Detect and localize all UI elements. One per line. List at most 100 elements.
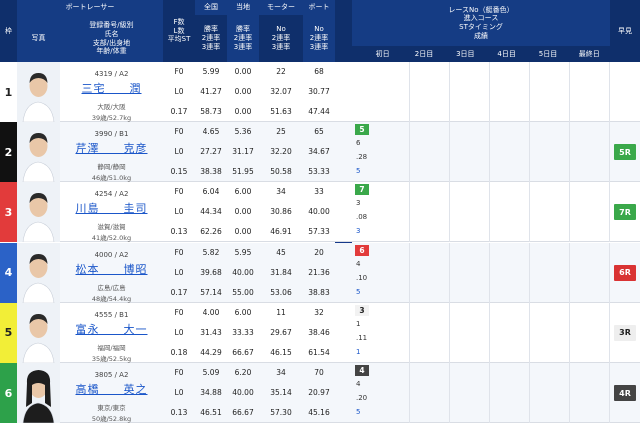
day-tab[interactable]: 4日目 (485, 46, 528, 62)
touchi-cell: 5.95 40.00 55.00 (227, 243, 259, 303)
motor-value: 32.07 (270, 87, 292, 96)
touchi-value: 0.00 (234, 227, 252, 237)
early-race-badge[interactable]: 4R (614, 385, 636, 401)
past-race-number[interactable]: 6 (355, 244, 369, 256)
header-zenkoku: 全国 (195, 0, 227, 15)
racer-row: 1 4319 / A2 三宅 潤 大阪/大阪 39歳/52.7kg F0 L0 … (0, 62, 640, 122)
day-column (450, 122, 490, 183)
racer-name-link[interactable]: 松本 博昭 (60, 261, 163, 277)
touchi-value: 55.00 (232, 287, 254, 297)
touchi-value: 0.00 (234, 107, 252, 116)
racer-info: 4254 / A2 川島 圭司 滋賀/滋賀 41歳/52.0kg (60, 182, 163, 242)
early-race-badge[interactable]: 5R (614, 144, 636, 161)
motor-cell: 11 29.67 46.15 (259, 303, 303, 363)
touchi-value: 40.00 (232, 388, 254, 397)
day-tab[interactable]: 最終日 (568, 46, 610, 62)
waku-label: 1 (4, 85, 13, 99)
touchi-value: 31.17 (232, 147, 254, 157)
racer-row: 4 4000 / A2 松本 博昭 広島/広島 48歳/54.4kg F0 L0… (0, 242, 640, 303)
past-race-number[interactable]: 7 (355, 184, 369, 196)
early-race-badge[interactable]: 3R (614, 324, 636, 341)
racer-photo (17, 182, 60, 243)
f-count: F0 (174, 67, 184, 76)
racer-row: 2 3990 / B1 芹澤 克彦 静岡/静岡 46歳/51.0kg F0 L0… (0, 122, 640, 183)
avg-st: 0.17 (170, 287, 188, 297)
racer-name-link[interactable]: 芹澤 克彦 (60, 140, 163, 156)
racer-name-link[interactable]: 高橋 英之 (60, 381, 163, 397)
motor-value: 34 (276, 187, 286, 197)
past-result: 3 (356, 227, 361, 236)
motor-value: 34 (276, 368, 286, 377)
racer-reg-class: 3990 / B1 (94, 130, 129, 139)
waku-label: 4 (4, 266, 13, 280)
racer-branch: 広島/広島 (97, 283, 126, 292)
past-course: 4 (356, 259, 361, 268)
racer-info: 4000 / A2 松本 博昭 広島/広島 48歳/54.4kg (60, 243, 163, 303)
racer-name-link[interactable]: 川島 圭司 (60, 200, 163, 216)
racer-branch: 福岡/福岡 (97, 343, 126, 352)
motor-cell: 22 32.07 51.63 (259, 62, 303, 122)
waku-number: 3 (0, 182, 17, 243)
no-label: 2連率 (271, 34, 291, 43)
zenkoku-value: 5.09 (202, 368, 220, 377)
boat-value: 20.97 (308, 388, 330, 397)
boat-cell: 33 40.00 57.33 (303, 182, 335, 242)
early-race-badge[interactable]: 7R (614, 204, 636, 221)
touchi-cell: 6.20 40.00 66.67 (227, 363, 259, 423)
racer-field-label: 登録番号/級別 (89, 21, 134, 29)
header-day-tabs: 初日 2日目 3日目 4日目 5日目 最終日 (352, 46, 610, 62)
past-day-grid (370, 122, 610, 183)
past-day-grid (370, 363, 610, 423)
past-result: 5 (356, 287, 361, 296)
waku-label: 3 (4, 205, 13, 219)
past-results-cell: 6 4 .10 5 (352, 242, 610, 303)
f-count: F0 (174, 247, 184, 257)
racer-row: 3 4254 / A2 川島 圭司 滋賀/滋賀 41歳/52.0kg F0 L0… (0, 182, 640, 243)
header-racer-fields: 登録番号/級別 氏名 支部/出身地 年齢/体重 (60, 15, 163, 62)
day-column (370, 302, 410, 363)
zenkoku-value: 4.65 (202, 127, 220, 137)
racer-age-weight: 41歳/52.0kg (91, 234, 132, 243)
touchi-cell: 5.36 31.17 51.95 (227, 122, 259, 182)
motor-value: 35.14 (270, 388, 292, 397)
day-column (370, 122, 410, 183)
header-boat-rates: No 2連率 3連率 (303, 15, 335, 62)
racer-name-link[interactable]: 三宅 潤 (60, 80, 163, 96)
day-tab[interactable]: 初日 (362, 46, 404, 62)
boat-label: ボート (308, 3, 330, 12)
day-column (570, 182, 610, 243)
racer-info: 3990 / B1 芹澤 克彦 静岡/静岡 46歳/51.0kg (60, 122, 163, 182)
past-day-grid (370, 62, 610, 122)
zenkoku-value: 4.00 (202, 307, 220, 317)
past-info-label: レースNo（艇番色） (448, 5, 514, 14)
day-tab[interactable]: 2日目 (403, 46, 445, 62)
racer-avatar-icon (17, 302, 60, 363)
racer-name-link[interactable]: 富永 大一 (60, 321, 163, 337)
motor-value: 11 (276, 307, 286, 317)
boat-value: 47.44 (308, 107, 330, 116)
l-count: L0 (174, 207, 184, 217)
past-race-number[interactable]: 3 (355, 304, 369, 316)
header-touchi-rates: 勝率 2連率 3連率 (227, 15, 259, 62)
past-course: 6 (356, 139, 361, 148)
day-column (530, 363, 570, 423)
zenkoku-value: 39.68 (200, 267, 222, 277)
day-tab[interactable]: 3日目 (444, 46, 486, 62)
touchi-cell: 6.00 33.33 66.67 (227, 303, 259, 363)
day-column (490, 363, 530, 423)
past-race-number[interactable]: 5 (355, 124, 369, 136)
day-column (370, 363, 410, 423)
boat-racer-header-label: ボートレーサー (65, 3, 115, 12)
waku-label: 6 (4, 386, 13, 400)
past-result: 5 (356, 167, 361, 176)
racer-field-label: 年齢/体重 (96, 47, 127, 56)
motor-value: 31.84 (270, 267, 292, 277)
past-race-number[interactable]: 4 (355, 365, 369, 376)
racer-avatar-icon (17, 182, 60, 243)
early-race-badge[interactable]: 6R (614, 264, 636, 281)
motor-value: 50.58 (270, 167, 292, 177)
day-column (410, 363, 450, 423)
past-info-label: STタイミング (459, 23, 503, 31)
past-day-grid (370, 242, 610, 303)
day-tab[interactable]: 5日目 (527, 46, 569, 62)
